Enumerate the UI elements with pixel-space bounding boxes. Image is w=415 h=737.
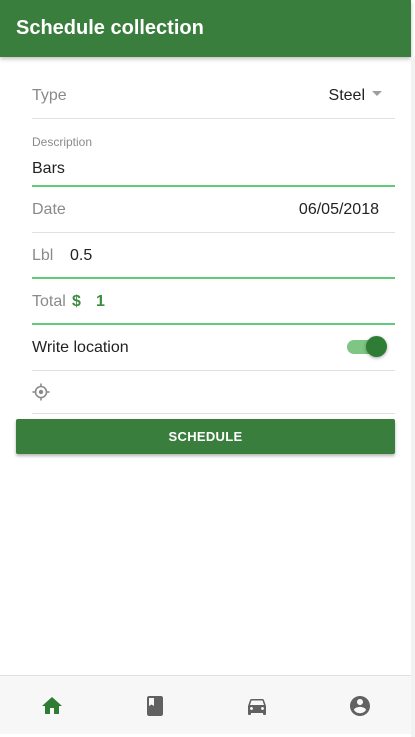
divider [32,413,395,414]
description-field-label-wrap: Description [32,133,395,151]
type-select[interactable]: Type Steel [32,87,395,109]
write-location-row: Write location [32,339,395,361]
total-label: Total [32,293,66,310]
description-input[interactable]: Bars [32,160,395,182]
description-value: Bars [32,160,65,177]
currency-symbol: $ [72,293,81,310]
app-bar: Schedule collection [0,0,411,57]
nav-home-icon[interactable] [40,694,64,718]
chevron-down-icon [372,91,382,97]
total-underline [32,323,395,325]
description-label: Description [32,135,93,149]
divider [32,118,395,119]
lbl-input[interactable]: Lbl 0.5 [32,247,395,269]
lbl-underline [32,277,395,279]
date-field[interactable]: Date 06/05/2018 [32,201,395,223]
lbl-value: 0.5 [70,247,93,264]
date-value: 06/05/2018 [298,201,379,218]
nav-car-icon[interactable] [245,694,269,718]
total-value: 1 [96,293,105,310]
type-label: Type [32,87,67,104]
lbl-label: Lbl [32,247,54,264]
type-select-value-wrap[interactable]: Steel [329,87,382,105]
nav-account-circle-icon[interactable] [348,694,372,718]
divider [32,370,395,371]
location-crosshair-icon[interactable] [32,383,50,401]
bottom-navigation [0,675,411,734]
page-title: Schedule collection [16,17,204,39]
nav-book-icon[interactable] [143,694,167,718]
toggle-thumb[interactable] [366,336,387,357]
schedule-button[interactable]: SCHEDULE [16,419,395,454]
write-location-label: Write location [32,339,129,356]
divider [32,232,395,233]
description-underline [32,185,395,187]
type-value: Steel [328,87,365,104]
date-label: Date [32,201,66,218]
right-scroll-gutter [411,57,415,737]
total-field: Total $ 1 [32,293,395,315]
